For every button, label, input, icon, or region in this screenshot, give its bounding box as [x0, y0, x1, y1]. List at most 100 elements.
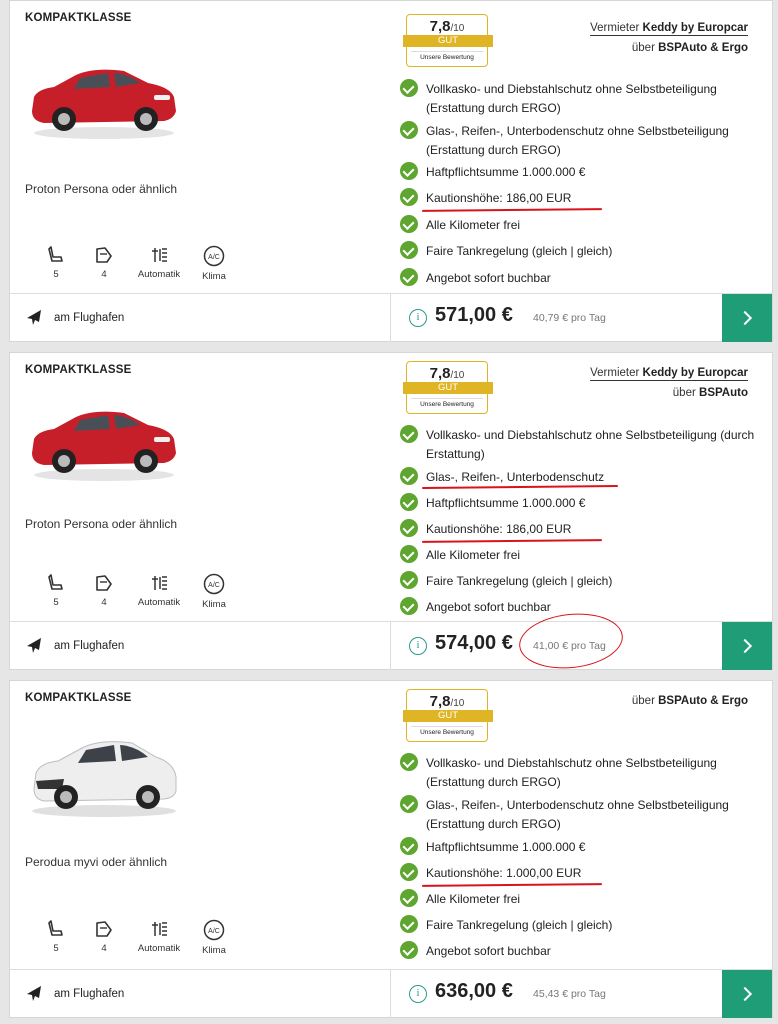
- rating-scale: /10: [450, 23, 465, 34]
- offer-card: KOMPAKTKLASSE Proton Persona oder ähnlic…: [9, 352, 773, 674]
- info-icon[interactable]: i: [409, 985, 427, 1003]
- ac-icon: A/C: [203, 573, 225, 595]
- airplane-icon: [27, 986, 41, 1001]
- spec-transmission: Automatik: [128, 245, 190, 282]
- select-offer-button[interactable]: [722, 622, 772, 670]
- highlight-underline: [421, 208, 603, 212]
- ac-icon: A/C: [203, 919, 225, 941]
- ac-icon: A/C: [203, 245, 225, 267]
- check-icon: [400, 571, 418, 589]
- spec-ac-label: Klima: [202, 599, 226, 610]
- car-category: KOMPAKTKLASSE: [25, 692, 132, 704]
- pickup-location: am Flughafen: [24, 308, 124, 328]
- check-icon: [400, 121, 418, 139]
- check-icon: [400, 597, 418, 615]
- vendor-via: BSPAuto: [699, 387, 748, 399]
- check-icon: [400, 915, 418, 933]
- spec-doors-label: 4: [101, 597, 107, 608]
- vendor-prefix: Vermieter: [590, 367, 640, 379]
- check-icon: [400, 889, 418, 907]
- spec-seats-label: 5: [53, 943, 59, 954]
- pickup-location: am Flughafen: [24, 984, 124, 1004]
- check-icon: [400, 493, 418, 511]
- price-box: i 571,00 € 40,79 € pro Tag: [390, 294, 722, 342]
- svg-text:A/C: A/C: [208, 582, 220, 589]
- check-icon: [400, 863, 418, 881]
- car-image: [32, 69, 176, 139]
- spec-doors: 4: [80, 245, 128, 282]
- info-icon[interactable]: i: [409, 309, 427, 327]
- car-image: [32, 411, 176, 481]
- vendor-name[interactable]: Keddy by Europcar: [643, 22, 748, 34]
- check-icon: [400, 188, 418, 206]
- rating-score: 7,8: [429, 18, 451, 35]
- rating-badge: 7,8/10 GUT Unsere Bewertung: [403, 14, 493, 68]
- highlight-underline: [421, 539, 603, 543]
- spec-seats: 5: [32, 573, 80, 610]
- check-icon: [400, 519, 418, 537]
- spec-transmission-label: Automatik: [137, 943, 181, 954]
- check-icon: [400, 268, 418, 286]
- car-specs: 5 4 Automatik A/C Klima: [32, 919, 238, 956]
- price-per-day: 40,79 € pro Tag: [533, 312, 606, 324]
- pickup-location-label: am Flughafen: [54, 988, 125, 1000]
- car-model: Proton Persona oder ähnlich: [25, 517, 178, 531]
- check-icon: [400, 467, 418, 485]
- gearbox-icon: [152, 576, 167, 590]
- select-offer-button[interactable]: [722, 970, 772, 1018]
- offer-footer: am Flughafen i 571,00 € 40,79 € pro Tag: [10, 293, 772, 342]
- rating-badge: 7,8/10 GUT Unsere Bewertung: [403, 361, 493, 415]
- seat-icon: [48, 246, 63, 262]
- gearbox-icon: [152, 922, 167, 936]
- vendor-via-prefix: über: [672, 387, 696, 399]
- info-icon[interactable]: i: [409, 637, 427, 655]
- vendor-via: BSPAuto & Ergo: [658, 695, 748, 707]
- vendor-via-prefix: über: [631, 695, 655, 707]
- spec-ac-label: Klima: [202, 945, 226, 956]
- spec-doors-label: 4: [101, 943, 107, 954]
- spec-transmission: Automatik: [128, 573, 190, 610]
- spec-seats: 5: [32, 245, 80, 282]
- spec-seats-label: 5: [53, 597, 59, 608]
- car-model: Perodua myvi oder ähnlich: [25, 855, 168, 869]
- car-category: KOMPAKTKLASSE: [25, 12, 132, 24]
- vendor-name[interactable]: Keddy by Europcar: [643, 367, 748, 379]
- check-icon: [400, 545, 418, 563]
- price-box: i 574,00 € 41,00 € pro Tag: [390, 608, 722, 674]
- check-icon: [400, 795, 418, 813]
- vendor-prefix: Vermieter: [590, 22, 640, 34]
- highlight-underline: [421, 883, 603, 887]
- gearbox-icon: [152, 248, 167, 262]
- total-price: 636,00 €: [435, 980, 513, 1002]
- rating-scale: /10: [450, 698, 465, 709]
- total-price: 571,00 €: [435, 304, 513, 326]
- pickup-location: am Flughafen: [24, 636, 124, 656]
- check-icon: [400, 79, 418, 97]
- seat-icon: [48, 920, 63, 936]
- price-box: i 636,00 € 45,43 € pro Tag: [390, 970, 722, 1018]
- spec-doors-label: 4: [101, 269, 107, 280]
- rating-badge: 7,8/10 GUT Unsere Bewertung: [403, 689, 493, 743]
- spec-ac: A/C Klima: [190, 245, 238, 282]
- car-image: [32, 741, 177, 817]
- spec-seats: 5: [32, 919, 80, 956]
- seat-icon: [48, 574, 63, 590]
- rating-score: 7,8: [429, 693, 451, 710]
- rating-note: Unsere Bewertung: [411, 398, 483, 408]
- airplane-icon: [27, 638, 41, 653]
- vendor-info: Vermieter Keddy by Europcar über BSPAuto…: [590, 18, 748, 58]
- car-specs: 5 4 Automatik A/C Klima: [32, 573, 238, 610]
- spec-ac: A/C Klima: [190, 573, 238, 610]
- check-icon: [400, 753, 418, 771]
- rating-scale: /10: [450, 370, 465, 381]
- rating-note: Unsere Bewertung: [411, 51, 483, 61]
- spec-ac: A/C Klima: [190, 919, 238, 956]
- select-offer-button[interactable]: [722, 294, 772, 342]
- airplane-icon: [27, 310, 41, 325]
- offer-card: KOMPAKTKLASSE Proton Persona oder ähnlic…: [9, 0, 773, 342]
- spec-ac-label: Klima: [202, 271, 226, 282]
- spec-transmission-label: Automatik: [137, 269, 181, 280]
- door-icon: [96, 575, 112, 591]
- spec-doors: 4: [80, 573, 128, 610]
- rating-label: GUT: [403, 382, 493, 394]
